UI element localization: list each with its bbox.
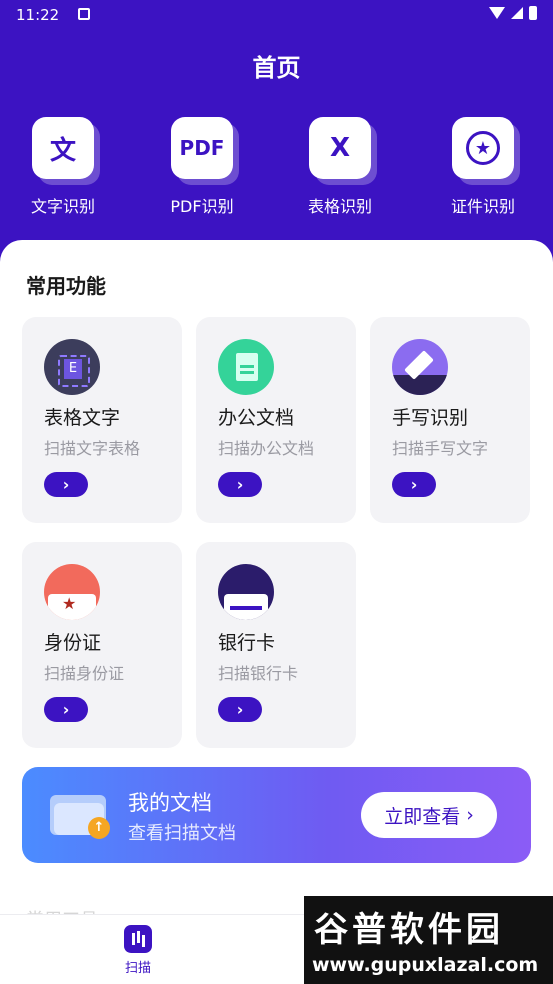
text-recognition-icon: 文 — [32, 117, 94, 179]
table-text-icon: E — [44, 339, 100, 395]
view-now-label: 立即查看 — [384, 805, 461, 828]
card-subtitle: 扫描银行卡 — [218, 664, 299, 683]
table-text-glyph: E — [64, 359, 82, 379]
excel-glyph: X — [329, 133, 351, 163]
card-title: 银行卡 — [218, 632, 276, 654]
view-now-button[interactable]: 立即查看 › — [361, 792, 497, 838]
card-title: 办公文档 — [218, 407, 295, 429]
quick-tool-label: 表格识别 — [307, 197, 372, 216]
scan-icon — [124, 925, 152, 953]
quick-tool-certificate-recognition[interactable]: ★ 证件识别 — [428, 112, 538, 217]
id-card-icon: ★ — [44, 564, 100, 620]
quick-tool-text-recognition[interactable]: 文 文字识别 — [8, 112, 118, 217]
handwriting-icon — [392, 339, 448, 395]
arrow-button[interactable]: › — [44, 697, 88, 722]
header: 11:22 首页 文 文字识别 PDF PDF识别 X 表格识别 ★ 证件识别 — [0, 0, 553, 280]
banner-title: 我的文档 — [128, 791, 212, 815]
excel-icon: X — [309, 117, 371, 179]
watermark-title: 谷普软件园 — [314, 910, 504, 950]
nav-label: 扫描 — [124, 961, 151, 976]
section-title: 常用功能 — [26, 274, 106, 298]
office-doc-icon — [218, 339, 274, 395]
status-icons — [489, 6, 537, 20]
text-glyph: 文 — [49, 135, 76, 166]
arrow-button[interactable]: › — [392, 472, 436, 497]
card-subtitle: 扫描身份证 — [44, 664, 125, 683]
chevron-right-icon: › — [466, 804, 474, 826]
status-bar: 11:22 — [0, 0, 553, 30]
card-subtitle: 扫描手写文字 — [392, 439, 489, 458]
status-time: 11:22 — [16, 6, 60, 24]
signal-icon — [511, 7, 523, 19]
card-handwriting[interactable]: 手写识别 扫描手写文字 › — [370, 317, 530, 523]
star-glyph: ★ — [466, 131, 500, 165]
nav-item-scan[interactable]: 扫描 — [108, 925, 168, 976]
arrow-button[interactable]: › — [218, 697, 262, 722]
folder-icon: ↑ — [50, 791, 110, 839]
card-title: 手写识别 — [392, 407, 469, 429]
arrow-button[interactable]: › — [44, 472, 88, 497]
card-office-doc[interactable]: 办公文档 扫描办公文档 › — [196, 317, 356, 523]
card-subtitle: 扫描文字表格 — [44, 439, 141, 458]
quick-tool-label: 证件识别 — [450, 197, 515, 216]
card-id-card[interactable]: ★ 身份证 扫描身份证 › — [22, 542, 182, 748]
quick-tool-label: 文字识别 — [30, 197, 95, 216]
watermark-url: www.gupuxlazal.com — [312, 954, 539, 976]
star-icon: ★ — [62, 594, 77, 613]
watermark: 谷普软件园 www.gupuxlazal.com — [304, 896, 553, 984]
card-title: 身份证 — [44, 632, 102, 654]
card-table-text[interactable]: E 表格文字 扫描文字表格 › — [22, 317, 182, 523]
quick-tool-label: PDF识别 — [170, 197, 234, 216]
card-title: 表格文字 — [44, 407, 121, 429]
battery-icon — [529, 6, 537, 20]
quick-tool-pdf-recognition[interactable]: PDF PDF识别 — [147, 112, 257, 217]
bank-card-icon — [218, 564, 274, 620]
page-title: 首页 — [252, 54, 301, 82]
banner-subtitle: 查看扫描文档 — [128, 823, 236, 844]
pdf-glyph: PDF — [179, 136, 225, 160]
card-subtitle: 扫描办公文档 — [218, 439, 315, 458]
notification-icon — [78, 8, 90, 20]
arrow-button[interactable]: › — [218, 472, 262, 497]
my-documents-banner[interactable]: ↑ 我的文档 查看扫描文档 立即查看 › — [22, 767, 531, 863]
upload-badge-icon: ↑ — [88, 817, 110, 839]
certificate-icon: ★ — [452, 117, 514, 179]
quick-tool-table-recognition[interactable]: X 表格识别 — [285, 112, 395, 217]
pdf-icon: PDF — [171, 117, 233, 179]
wifi-icon — [489, 7, 505, 19]
card-bank-card[interactable]: 银行卡 扫描银行卡 › — [196, 542, 356, 748]
